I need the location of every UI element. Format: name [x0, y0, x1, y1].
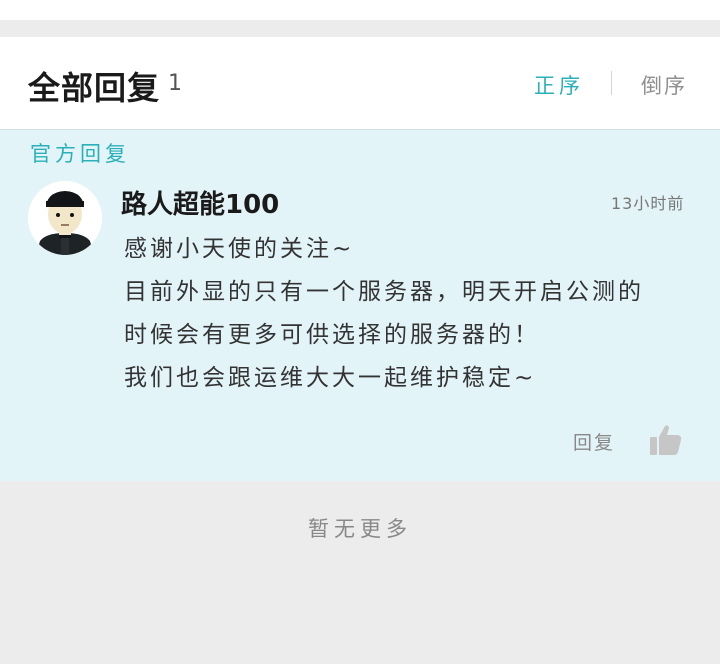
- username[interactable]: 路人超能100: [121, 184, 279, 221]
- reply-button[interactable]: 回复: [573, 428, 615, 455]
- official-reply-card: 官方回复 路人超能100 13小时前 感谢小天使的关注~ 目前外显的只有一个服务…: [0, 129, 720, 481]
- avatar-character-icon: [28, 181, 102, 255]
- official-reply-label: 官方回复: [30, 142, 130, 166]
- comments-title: 全部回复: [28, 69, 161, 107]
- reply-text-line: 时候会有更多可供选择的服务器的！: [124, 322, 540, 348]
- avatar[interactable]: [28, 181, 102, 255]
- sort-divider: [611, 71, 612, 95]
- top-strip: [0, 0, 720, 20]
- comments-count: 1: [168, 71, 182, 96]
- reply-text-line: 感谢小天使的关注~: [124, 236, 355, 262]
- comments-header: 全部回复 1 正序 倒序: [0, 37, 720, 129]
- thumbs-up-icon: [650, 425, 682, 455]
- reply-timestamp: 13小时前: [611, 194, 685, 213]
- sort-descending-button[interactable]: 倒序: [641, 70, 687, 100]
- reply-text-line: 目前外显的只有一个服务器，明天开启公测的: [124, 279, 644, 305]
- no-more-text: 暂无更多: [308, 517, 412, 541]
- sort-ascending-button[interactable]: 正序: [534, 70, 584, 100]
- like-button[interactable]: [648, 422, 684, 458]
- reply-text-line: 我们也会跟运维大大一起维护稳定~: [124, 365, 537, 391]
